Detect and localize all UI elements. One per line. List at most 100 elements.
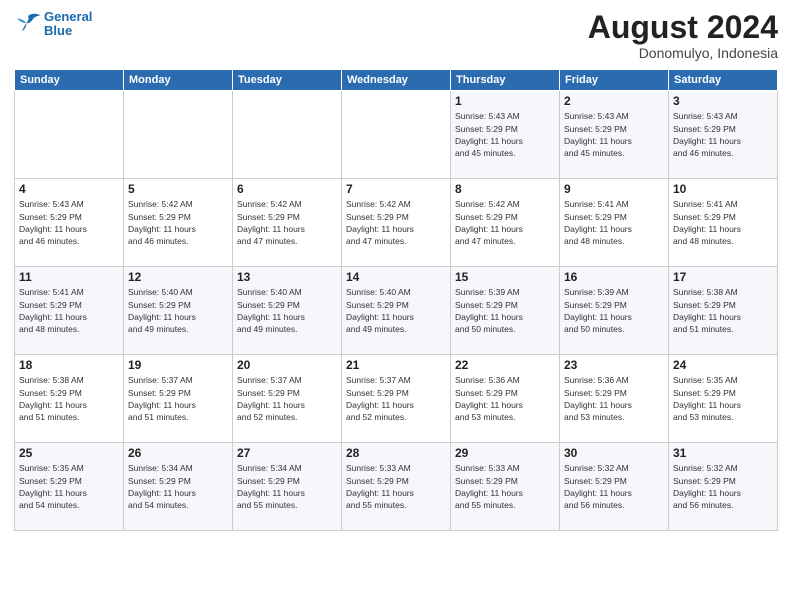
calendar-header-row: Sunday Monday Tuesday Wednesday Thursday… <box>15 70 778 91</box>
day-info: Sunrise: 5:42 AMSunset: 5:29 PMDaylight:… <box>455 198 555 247</box>
day-number: 8 <box>455 182 555 196</box>
day-info: Sunrise: 5:40 AMSunset: 5:29 PMDaylight:… <box>237 286 337 335</box>
day-info: Sunrise: 5:39 AMSunset: 5:29 PMDaylight:… <box>564 286 664 335</box>
day-info: Sunrise: 5:43 AMSunset: 5:29 PMDaylight:… <box>564 110 664 159</box>
day-number: 31 <box>673 446 773 460</box>
day-info: Sunrise: 5:40 AMSunset: 5:29 PMDaylight:… <box>346 286 446 335</box>
day-number: 16 <box>564 270 664 284</box>
table-cell: 15 Sunrise: 5:39 AMSunset: 5:29 PMDayligh… <box>451 267 560 355</box>
day-number: 19 <box>128 358 228 372</box>
logo-text: General Blue <box>44 10 92 39</box>
day-info: Sunrise: 5:34 AMSunset: 5:29 PMDaylight:… <box>128 462 228 511</box>
day-number: 14 <box>346 270 446 284</box>
page-container: General Blue August 2024 Donomulyo, Indo… <box>0 0 792 612</box>
week-row-4: 18 Sunrise: 5:38 AMSunset: 5:29 PMDayligh… <box>15 355 778 443</box>
day-info: Sunrise: 5:38 AMSunset: 5:29 PMDaylight:… <box>19 374 119 423</box>
day-info: Sunrise: 5:35 AMSunset: 5:29 PMDaylight:… <box>19 462 119 511</box>
header-monday: Monday <box>124 70 233 91</box>
day-info: Sunrise: 5:41 AMSunset: 5:29 PMDaylight:… <box>19 286 119 335</box>
month-title: August 2024 <box>588 10 778 45</box>
day-info: Sunrise: 5:42 AMSunset: 5:29 PMDaylight:… <box>237 198 337 247</box>
table-cell: 28 Sunrise: 5:33 AMSunset: 5:29 PMDayligh… <box>342 443 451 531</box>
day-number: 18 <box>19 358 119 372</box>
day-number: 9 <box>564 182 664 196</box>
logo-general: General <box>44 9 92 24</box>
day-number: 6 <box>237 182 337 196</box>
day-number: 30 <box>564 446 664 460</box>
header: General Blue August 2024 Donomulyo, Indo… <box>14 10 778 61</box>
day-number: 11 <box>19 270 119 284</box>
header-thursday: Thursday <box>451 70 560 91</box>
table-cell: 7Sunrise: 5:42 AMSunset: 5:29 PMDaylight… <box>342 179 451 267</box>
table-cell: 16 Sunrise: 5:39 AMSunset: 5:29 PMDayligh… <box>560 267 669 355</box>
day-number: 2 <box>564 94 664 108</box>
day-info: Sunrise: 5:35 AMSunset: 5:29 PMDaylight:… <box>673 374 773 423</box>
header-saturday: Saturday <box>669 70 778 91</box>
day-number: 15 <box>455 270 555 284</box>
table-cell: 10 Sunrise: 5:41 AMSunset: 5:29 PMDayligh… <box>669 179 778 267</box>
day-number: 29 <box>455 446 555 460</box>
table-cell <box>342 91 451 179</box>
day-info: Sunrise: 5:43 AMSunset: 5:29 PMDaylight:… <box>455 110 555 159</box>
table-cell: 11 Sunrise: 5:41 AMSunset: 5:29 PMDayligh… <box>15 267 124 355</box>
week-row-5: 25Sunrise: 5:35 AMSunset: 5:29 PMDayligh… <box>15 443 778 531</box>
day-number: 26 <box>128 446 228 460</box>
logo: General Blue <box>14 10 92 39</box>
day-info: Sunrise: 5:38 AMSunset: 5:29 PMDaylight:… <box>673 286 773 335</box>
day-number: 27 <box>237 446 337 460</box>
table-cell: 23Sunrise: 5:36 AMSunset: 5:29 PMDayligh… <box>560 355 669 443</box>
location: Donomulyo, Indonesia <box>588 45 778 61</box>
table-cell: 26 Sunrise: 5:34 AMSunset: 5:29 PMDayligh… <box>124 443 233 531</box>
day-number: 3 <box>673 94 773 108</box>
table-cell: 14 Sunrise: 5:40 AMSunset: 5:29 PMDayligh… <box>342 267 451 355</box>
table-cell: 13 Sunrise: 5:40 AMSunset: 5:29 PMDayligh… <box>233 267 342 355</box>
day-info: Sunrise: 5:33 AMSunset: 5:29 PMDaylight:… <box>346 462 446 511</box>
day-number: 17 <box>673 270 773 284</box>
table-cell: 12 Sunrise: 5:40 AMSunset: 5:29 PMDayligh… <box>124 267 233 355</box>
table-cell: 6 Sunrise: 5:42 AMSunset: 5:29 PMDaylight… <box>233 179 342 267</box>
table-cell: 21 Sunrise: 5:37 AMSunset: 5:29 PMDayligh… <box>342 355 451 443</box>
table-cell: 27 Sunrise: 5:34 AMSunset: 5:29 PMDayligh… <box>233 443 342 531</box>
week-row-3: 11 Sunrise: 5:41 AMSunset: 5:29 PMDayligh… <box>15 267 778 355</box>
day-number: 13 <box>237 270 337 284</box>
table-cell: 25Sunrise: 5:35 AMSunset: 5:29 PMDayligh… <box>15 443 124 531</box>
day-info: Sunrise: 5:37 AMSunset: 5:29 PMDaylight:… <box>237 374 337 423</box>
table-cell <box>15 91 124 179</box>
day-number: 20 <box>237 358 337 372</box>
day-info: Sunrise: 5:42 AMSunset: 5:29 PMDaylight:… <box>128 198 228 247</box>
day-info: Sunrise: 5:39 AMSunset: 5:29 PMDaylight:… <box>455 286 555 335</box>
day-number: 10 <box>673 182 773 196</box>
day-info: Sunrise: 5:41 AMSunset: 5:29 PMDaylight:… <box>564 198 664 247</box>
day-info: Sunrise: 5:41 AMSunset: 5:29 PMDaylight:… <box>673 198 773 247</box>
day-info: Sunrise: 5:37 AMSunset: 5:29 PMDaylight:… <box>128 374 228 423</box>
table-cell <box>124 91 233 179</box>
logo-icon <box>14 12 42 36</box>
table-cell: 3Sunrise: 5:43 AMSunset: 5:29 PMDaylight… <box>669 91 778 179</box>
table-cell: 24 Sunrise: 5:35 AMSunset: 5:29 PMDayligh… <box>669 355 778 443</box>
day-info: Sunrise: 5:34 AMSunset: 5:29 PMDaylight:… <box>237 462 337 511</box>
table-cell: 5 Sunrise: 5:42 AMSunset: 5:29 PMDaylight… <box>124 179 233 267</box>
table-cell: 31 Sunrise: 5:32 AMSunset: 5:29 PMDayligh… <box>669 443 778 531</box>
day-info: Sunrise: 5:33 AMSunset: 5:29 PMDaylight:… <box>455 462 555 511</box>
day-info: Sunrise: 5:32 AMSunset: 5:29 PMDaylight:… <box>673 462 773 511</box>
header-wednesday: Wednesday <box>342 70 451 91</box>
day-number: 1 <box>455 94 555 108</box>
day-number: 5 <box>128 182 228 196</box>
day-number: 28 <box>346 446 446 460</box>
day-info: Sunrise: 5:37 AMSunset: 5:29 PMDaylight:… <box>346 374 446 423</box>
day-number: 22 <box>455 358 555 372</box>
table-cell: 18 Sunrise: 5:38 AMSunset: 5:29 PMDayligh… <box>15 355 124 443</box>
day-number: 7 <box>346 182 446 196</box>
header-friday: Friday <box>560 70 669 91</box>
week-row-2: 4Sunrise: 5:43 AMSunset: 5:29 PMDaylight… <box>15 179 778 267</box>
table-cell: 19 Sunrise: 5:37 AMSunset: 5:29 PMDayligh… <box>124 355 233 443</box>
day-number: 21 <box>346 358 446 372</box>
day-info: Sunrise: 5:40 AMSunset: 5:29 PMDaylight:… <box>128 286 228 335</box>
day-number: 24 <box>673 358 773 372</box>
day-number: 12 <box>128 270 228 284</box>
table-cell: 20 Sunrise: 5:37 AMSunset: 5:29 PMDayligh… <box>233 355 342 443</box>
day-info: Sunrise: 5:43 AMSunset: 5:29 PMDaylight:… <box>19 198 119 247</box>
day-info: Sunrise: 5:32 AMSunset: 5:29 PMDaylight:… <box>564 462 664 511</box>
title-block: August 2024 Donomulyo, Indonesia <box>588 10 778 61</box>
table-cell <box>233 91 342 179</box>
